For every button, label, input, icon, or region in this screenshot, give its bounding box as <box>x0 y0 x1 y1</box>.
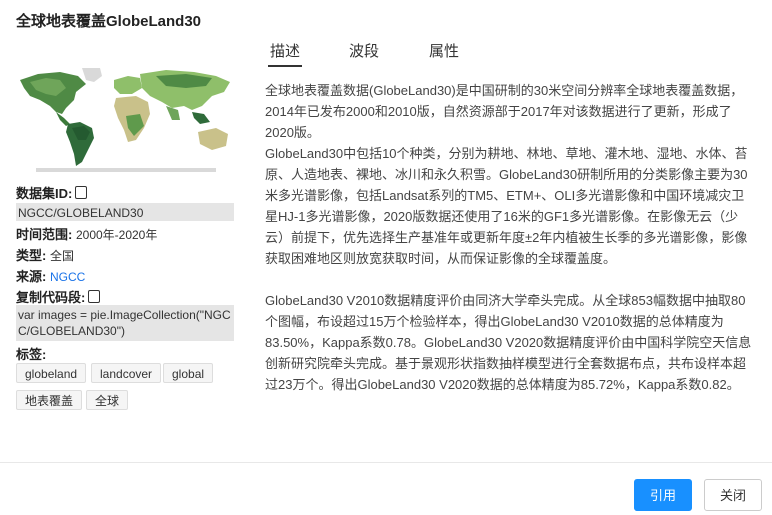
tab-properties[interactable]: 属性 <box>429 40 459 65</box>
dialog-footer: 引用 关闭 <box>0 462 772 515</box>
code-label-row: 复制代码段: <box>16 287 101 306</box>
description-paragraph-3: GlobeLand30 V2010数据精度评价由同济大学牵头完成。从全球853幅… <box>265 293 752 392</box>
tab-bands[interactable]: 波段 <box>349 40 379 65</box>
tag-global[interactable]: global <box>163 363 214 383</box>
type-row: 类型: 全国 <box>16 245 74 264</box>
type-value: 全国 <box>49 249 74 263</box>
tab-description[interactable]: 描述 <box>268 40 303 67</box>
tag-land-cover-cn[interactable]: 地表覆盖 <box>16 390 83 410</box>
description-panel: 全球地表覆盖数据(GlobeLand30)是中国研制的30米空间分辨率全球地表覆… <box>265 80 755 395</box>
tags-label: 标签: <box>16 347 47 362</box>
copy-code-icon[interactable] <box>88 290 101 303</box>
tag-globeland[interactable]: globeland <box>16 363 87 383</box>
dataset-id-label: 数据集ID: <box>16 183 88 202</box>
tab-bar: 描述 波段 属性 <box>258 36 758 67</box>
time-range-row: 时间范围: 2000年-2020年 <box>16 224 157 243</box>
source-label: 来源: <box>16 269 47 284</box>
dataset-dialog: 全球地表覆盖GlobeLand30 描述 波段 属性 数据集ID: NGCC/G… <box>0 0 772 514</box>
tag-global-cn[interactable]: 全球 <box>86 390 129 410</box>
copy-icon[interactable] <box>75 186 88 199</box>
time-range-label: 时间范围: <box>16 227 73 242</box>
close-button[interactable]: 关闭 <box>704 479 762 511</box>
dialog-title: 全球地表覆盖GlobeLand30 <box>16 13 202 30</box>
type-label: 类型: <box>16 248 47 263</box>
cite-button[interactable]: 引用 <box>634 479 692 511</box>
code-snippet: var images = pie.ImageCollection("NGCC/G… <box>16 305 234 341</box>
world-map-thumbnail <box>16 66 236 172</box>
code-label: 复制代码段: <box>16 290 86 305</box>
dataset-id-value: NGCC/GLOBELAND30 <box>16 203 234 221</box>
description-paragraph-1: 全球地表覆盖数据(GlobeLand30)是中国研制的30米空间分辨率全球地表覆… <box>265 83 744 140</box>
source-link[interactable]: NGCC <box>50 270 85 284</box>
time-range-value: 2000年-2020年 <box>75 228 158 242</box>
dataset-id-label-text: 数据集ID: <box>16 186 73 201</box>
tag-landcover[interactable]: landcover <box>91 363 162 383</box>
source-row: 来源: NGCC <box>16 266 85 285</box>
description-paragraph-2: GlobeLand30中包括10个种类，分别为耕地、林地、草地、灌木地、湿地、水… <box>265 146 748 266</box>
